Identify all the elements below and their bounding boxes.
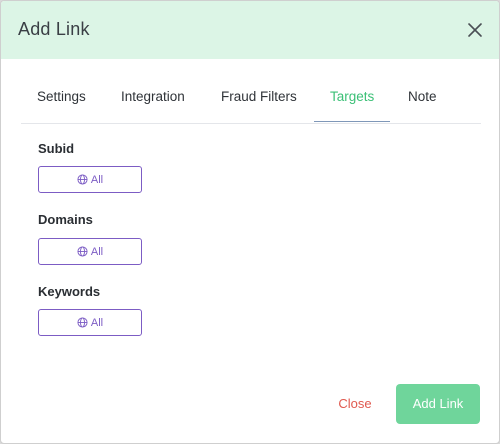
tab-bar: Settings Integration Fraud Filters Targe… — [21, 73, 481, 124]
globe-icon — [77, 246, 88, 257]
globe-icon — [77, 174, 88, 185]
add-link-modal: Add Link Settings Integration Fraud Filt… — [0, 0, 500, 444]
subid-all-label: All — [90, 173, 104, 186]
close-button[interactable]: Close — [327, 384, 383, 424]
close-icon[interactable] — [465, 20, 485, 40]
tab-targets[interactable]: Targets — [314, 73, 391, 122]
keywords-label: Keywords — [38, 284, 101, 299]
globe-icon — [77, 317, 88, 328]
domains-all-button[interactable]: All — [38, 238, 142, 265]
modal-title: Add Link — [18, 19, 90, 39]
domains-label: Domains — [38, 212, 93, 227]
tab-fraud-filters[interactable]: Fraud Filters — [205, 73, 313, 122]
keywords-all-button[interactable]: All — [38, 309, 142, 336]
tab-settings[interactable]: Settings — [21, 73, 102, 122]
tab-note[interactable]: Note — [392, 73, 453, 122]
tab-integration[interactable]: Integration — [105, 73, 201, 122]
domains-all-label: All — [90, 245, 104, 258]
add-link-button[interactable]: Add Link — [396, 384, 480, 424]
keywords-all-label: All — [90, 316, 104, 329]
subid-all-button[interactable]: All — [38, 166, 142, 193]
subid-label: Subid — [38, 141, 75, 156]
modal-header: Add Link — [1, 1, 499, 59]
